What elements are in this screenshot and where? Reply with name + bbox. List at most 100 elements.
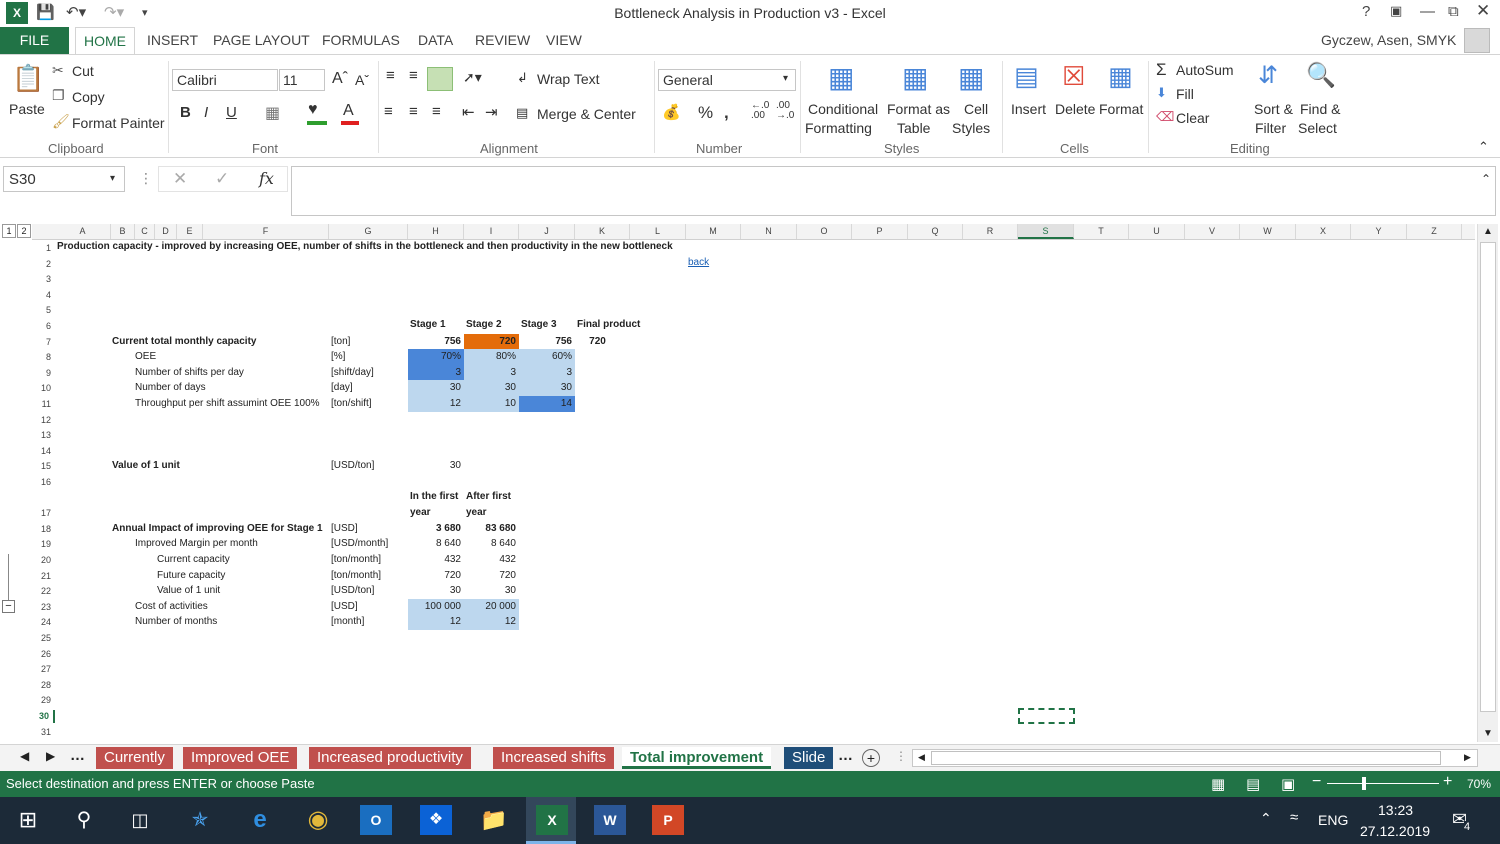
cell-styles-label-1[interactable]: Cell [964, 101, 988, 117]
cell-i21[interactable]: 720 [464, 569, 516, 583]
cell-i18[interactable]: 83 680 [464, 522, 516, 536]
orientation-icon[interactable]: ➚▾ [463, 69, 482, 86]
word-icon[interactable]: W [594, 805, 626, 835]
fill-icon[interactable]: ⬇ [1156, 85, 1167, 101]
task-view-icon[interactable]: ◫ [124, 805, 156, 835]
font-size-select[interactable]: 11 [279, 69, 325, 91]
wrap-text-button[interactable]: Wrap Text [537, 71, 600, 87]
row-label-11[interactable]: Throughput per shift assumint OEE 100% [135, 397, 320, 411]
page-layout-view-icon[interactable]: ▤ [1246, 775, 1260, 793]
search-icon[interactable]: ⚲ [68, 805, 100, 835]
underline-icon[interactable]: U [226, 104, 237, 121]
ribbon-display-icon[interactable]: ▣ [1390, 3, 1402, 19]
column-header-j[interactable]: J [519, 224, 575, 239]
row-unit-24[interactable]: [month] [331, 615, 364, 629]
column-header-p[interactable]: P [852, 224, 908, 239]
collapse-ribbon-icon[interactable]: ⌃ [1478, 139, 1489, 155]
row-label-10[interactable]: Number of days [135, 381, 206, 395]
header-final-product[interactable]: Final product [577, 318, 640, 332]
cell-h11[interactable]: 12 [408, 397, 461, 411]
row-header-7[interactable]: 7 [30, 336, 55, 349]
font-color-icon[interactable]: A [343, 102, 354, 120]
tab-sheet-increased-productivity[interactable]: Increased productivity [309, 747, 471, 769]
minimize-icon[interactable]: — [1420, 3, 1435, 20]
font-name-select[interactable]: Calibri [172, 69, 278, 91]
row-unit-15[interactable]: [USD/ton] [331, 459, 374, 473]
comma-style-icon[interactable]: , [724, 103, 729, 123]
zoom-out-icon[interactable]: − [1312, 773, 1321, 791]
cell-h20[interactable]: 432 [408, 553, 461, 567]
new-sheet-icon[interactable]: + [862, 749, 880, 767]
cell-h9[interactable]: 3 [408, 366, 461, 380]
format-cells-button[interactable]: Format [1099, 101, 1143, 117]
horizontal-scrollbar[interactable]: ◀ ▶ [912, 749, 1478, 767]
row-header-19[interactable]: 19 [30, 538, 55, 551]
safari-icon[interactable]: ✯ [184, 805, 216, 835]
merge-center-button[interactable]: Merge & Center [537, 106, 636, 122]
column-header-h[interactable]: H [408, 224, 464, 239]
header-after-first-1[interactable]: After first [466, 490, 511, 504]
column-header-a[interactable]: A [55, 224, 111, 239]
format-as-table-icon[interactable]: ▦ [902, 61, 928, 94]
cell-h22[interactable]: 30 [408, 584, 461, 598]
row-label-23[interactable]: Cost of activities [135, 600, 208, 614]
more-tabs-right-icon[interactable]: … [838, 747, 853, 764]
row-header-23[interactable]: 23 [30, 601, 55, 614]
fill-button[interactable]: Fill [1176, 86, 1194, 102]
row-unit-23[interactable]: [USD] [331, 600, 358, 614]
align-middle-icon[interactable]: ≡ [409, 67, 418, 84]
row-label-8[interactable]: OEE [135, 350, 156, 364]
name-box[interactable]: S30 ▾ [3, 166, 125, 192]
delete-cells-icon[interactable]: ☒ [1062, 61, 1085, 92]
column-header-u[interactable]: U [1129, 224, 1185, 239]
format-as-table-label-2[interactable]: Table [897, 120, 930, 136]
header-stage-2[interactable]: Stage 2 [466, 318, 502, 332]
formula-input[interactable] [291, 166, 1496, 216]
clock-time[interactable]: 13:23 [1378, 802, 1413, 818]
row-unit-22[interactable]: [USD/ton] [331, 584, 374, 598]
tab-sheet-currently[interactable]: Currently [96, 747, 173, 769]
outlook-icon[interactable]: O [360, 805, 392, 835]
decrease-indent-icon[interactable]: ⇤ [462, 103, 475, 121]
cell-i19[interactable]: 8 640 [464, 537, 516, 551]
row-header-4[interactable]: 4 [30, 289, 55, 302]
header-after-first-2[interactable]: year [466, 506, 487, 520]
align-center-icon[interactable]: ≡ [409, 103, 418, 120]
format-painter-icon[interactable]: 🖌 [52, 113, 70, 130]
scroll-tabs-right-icon[interactable]: ▶ [46, 749, 55, 763]
insert-cells-icon[interactable]: ▤ [1014, 61, 1039, 92]
cell-a1[interactable]: Production capacity - improved by increa… [57, 240, 673, 254]
row-label-9[interactable]: Number of shifts per day [135, 366, 244, 380]
scroll-left-icon[interactable]: ◀ [918, 752, 925, 763]
autosum-icon[interactable]: Σ [1156, 60, 1167, 80]
cell-i9[interactable]: 3 [464, 366, 516, 380]
cell-j10[interactable]: 30 [519, 381, 572, 395]
zoom-slider-track[interactable] [1327, 783, 1439, 784]
column-header-v[interactable]: V [1185, 224, 1240, 239]
zoom-level[interactable]: 70% [1467, 777, 1491, 791]
format-painter-button[interactable]: Format Painter [72, 115, 165, 131]
scroll-down-icon[interactable]: ▼ [1483, 728, 1493, 739]
row-header-3[interactable]: 3 [30, 273, 55, 286]
sort-filter-label-2[interactable]: Filter [1255, 120, 1286, 136]
column-header-y[interactable]: Y [1351, 224, 1407, 239]
cell-h8[interactable]: 70% [408, 350, 461, 364]
tab-sheet-increased-shifts[interactable]: Increased shifts [493, 747, 615, 769]
cell-i11[interactable]: 10 [464, 397, 516, 411]
tab-sheet-total-improvement[interactable]: Total improvement [622, 747, 772, 769]
sort-filter-label-1[interactable]: Sort & [1254, 101, 1293, 117]
dropbox-icon[interactable]: ❖ [420, 805, 452, 835]
column-header-r[interactable]: R [963, 224, 1018, 239]
tab-file[interactable]: FILE [0, 27, 69, 54]
tab-sheet-slide[interactable]: Slide [784, 747, 834, 769]
row-header-31[interactable]: 31 [30, 726, 55, 739]
row-header-16[interactable]: 16 [30, 476, 55, 489]
show-hidden-icons-icon[interactable]: ⌃ [1260, 810, 1272, 827]
header-first-year-1[interactable]: In the first [410, 490, 458, 504]
wifi-icon[interactable]: ≈ [1290, 809, 1298, 826]
column-header-d[interactable]: D [155, 224, 177, 239]
row-label-21[interactable]: Future capacity [157, 569, 225, 583]
worksheet-grid[interactable]: 1 2 ABCDEFGHIJKLMNOPQRSTUVWXYZ 123456789… [0, 222, 1500, 744]
row-header-22[interactable]: 22 [30, 585, 55, 598]
percent-icon[interactable]: % [698, 103, 713, 123]
